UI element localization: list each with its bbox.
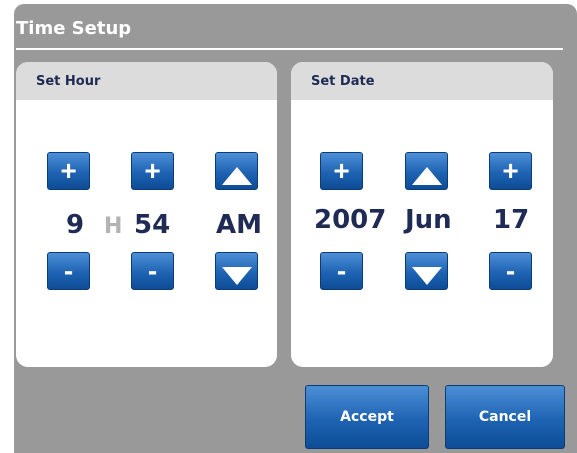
plus-icon: + bbox=[333, 155, 350, 186]
set-date-header: Set Date bbox=[291, 62, 553, 100]
triangle-down-icon bbox=[411, 266, 442, 285]
hour-separator: H bbox=[104, 214, 123, 239]
minus-icon: - bbox=[63, 255, 74, 286]
minus-icon: - bbox=[147, 255, 158, 286]
hour-value: 9 bbox=[66, 210, 85, 240]
period-value: AM bbox=[216, 210, 262, 240]
day-value: 17 bbox=[493, 205, 530, 235]
period-down-button[interactable] bbox=[215, 252, 258, 290]
year-increment-button[interactable]: + bbox=[320, 152, 363, 190]
title-divider bbox=[16, 48, 563, 50]
plus-icon: + bbox=[60, 155, 77, 186]
triangle-up-icon bbox=[411, 167, 442, 185]
hour-decrement-button[interactable]: - bbox=[47, 252, 90, 290]
minute-decrement-button[interactable]: - bbox=[131, 252, 174, 290]
month-value: Jun bbox=[405, 205, 452, 235]
hour-increment-button[interactable]: + bbox=[47, 152, 90, 190]
year-value: 2007 bbox=[314, 205, 387, 235]
accept-button[interactable]: Accept bbox=[305, 385, 429, 449]
day-decrement-button[interactable]: - bbox=[489, 252, 532, 290]
triangle-up-icon bbox=[221, 167, 252, 185]
minute-increment-button[interactable]: + bbox=[131, 152, 174, 190]
plus-icon: + bbox=[502, 155, 519, 186]
day-increment-button[interactable]: + bbox=[489, 152, 532, 190]
triangle-down-icon bbox=[221, 266, 252, 285]
minute-value: 54 bbox=[134, 210, 171, 240]
minus-icon: - bbox=[336, 255, 347, 286]
set-hour-header: Set Hour bbox=[16, 62, 277, 100]
dialog-title: Time Setup bbox=[16, 18, 132, 39]
cancel-button[interactable]: Cancel bbox=[445, 385, 565, 449]
minus-icon: - bbox=[505, 255, 516, 286]
plus-icon: + bbox=[144, 155, 161, 186]
period-up-button[interactable] bbox=[215, 152, 258, 190]
year-decrement-button[interactable]: - bbox=[320, 252, 363, 290]
month-up-button[interactable] bbox=[405, 152, 448, 190]
month-down-button[interactable] bbox=[405, 252, 448, 290]
